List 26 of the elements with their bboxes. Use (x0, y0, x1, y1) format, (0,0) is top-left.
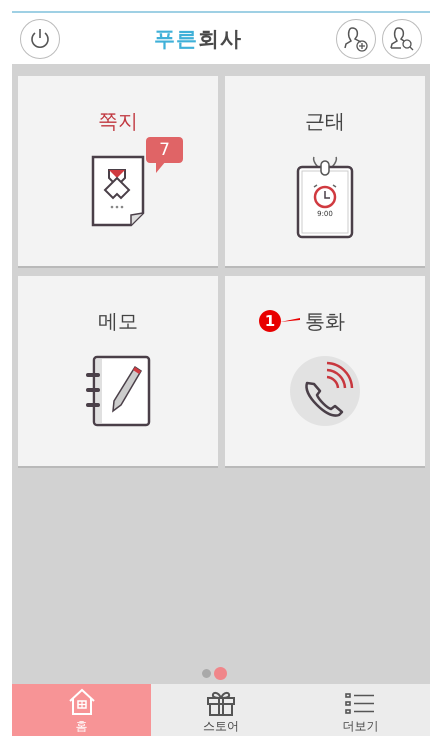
add-user-button[interactable] (336, 18, 376, 58)
search-user-button[interactable] (382, 18, 422, 58)
menu-tile[interactable]: 1 통화 (225, 276, 425, 468)
home-icon (68, 688, 96, 716)
page-dot[interactable] (214, 666, 226, 680)
tile-label: 통화 (305, 309, 345, 333)
count-badge: 7 (146, 137, 183, 163)
app-logo: 푸른회사 (153, 26, 243, 52)
notebook-pencil-icon (85, 355, 151, 427)
step-marker: 1 (259, 310, 281, 332)
power-button[interactable] (20, 18, 60, 58)
menu-tile[interactable]: 쪽지 7 (18, 76, 218, 268)
add-user-icon (343, 26, 369, 52)
phone-ringing-icon (289, 355, 361, 427)
menu-tile[interactable]: 메모 (18, 276, 218, 468)
tile-label: 메모 (98, 309, 138, 333)
search-user-icon (389, 26, 415, 52)
tile-label: 쪽지 (98, 109, 138, 133)
letter-icon (91, 155, 145, 227)
power-icon (29, 28, 51, 50)
tile-label: 근태 (305, 109, 345, 133)
gift-icon (206, 690, 236, 716)
list-icon (345, 692, 376, 716)
badge-clock-icon (296, 155, 354, 239)
badge-tail-icon (156, 161, 166, 173)
page-dot[interactable] (202, 668, 210, 678)
